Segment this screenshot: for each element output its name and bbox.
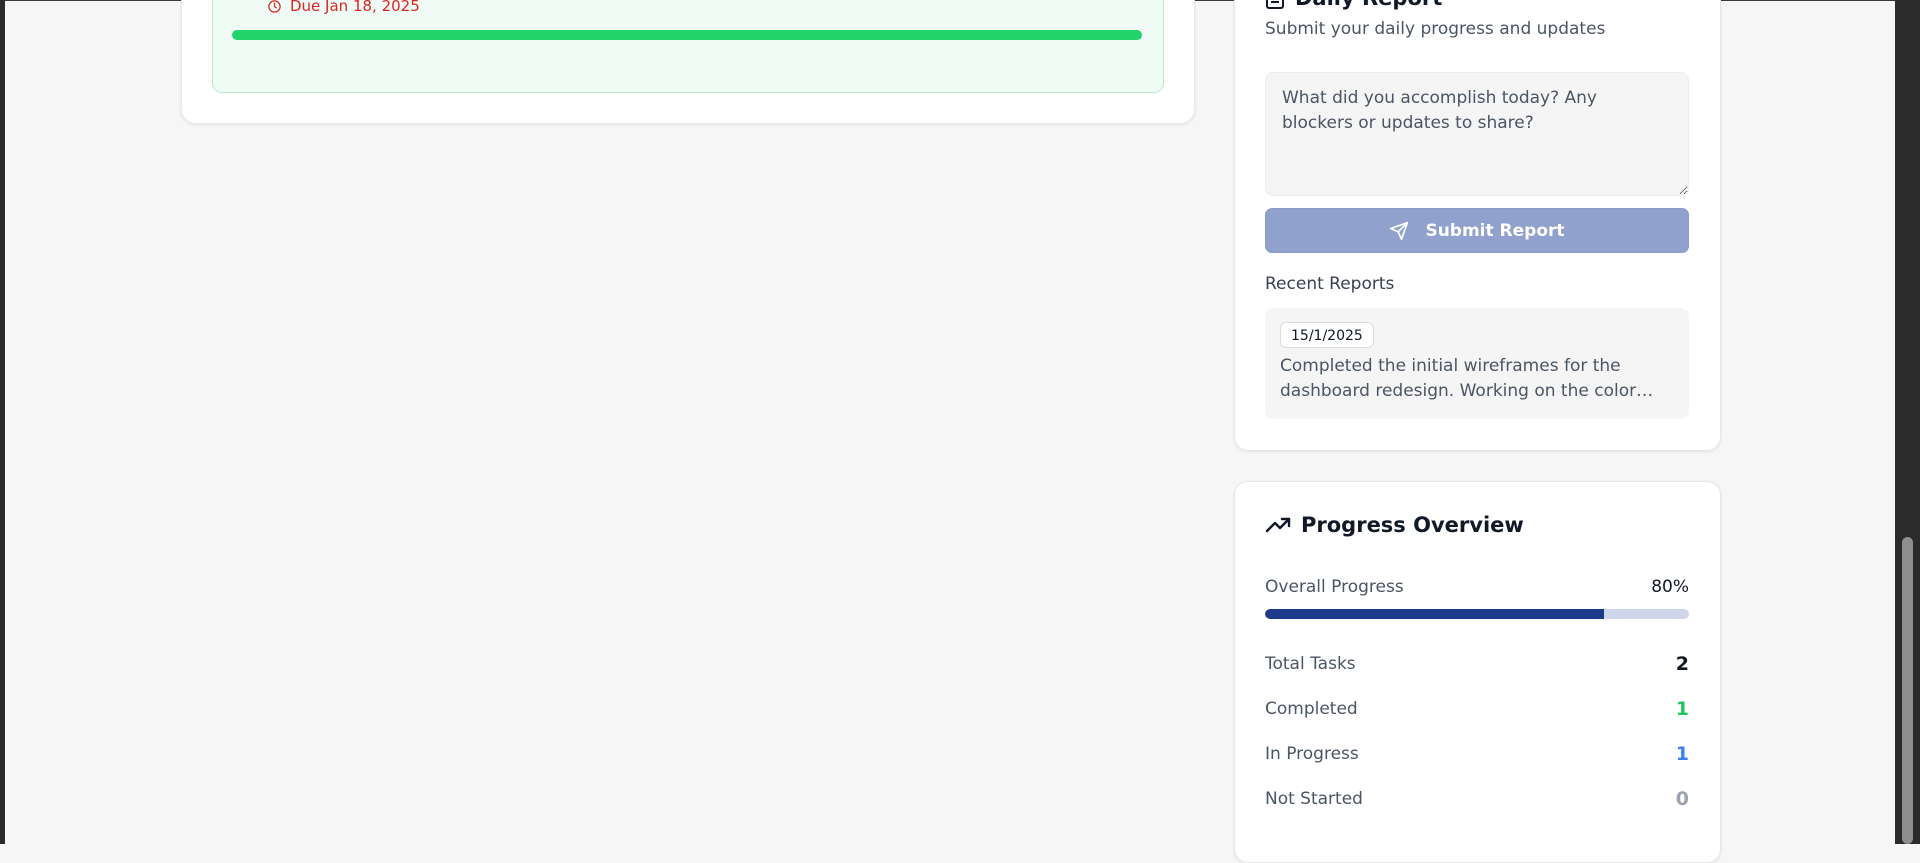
daily-report-subtitle: Submit your daily progress and updates (1265, 19, 1606, 39)
stat-label: Total Tasks (1265, 654, 1356, 674)
send-icon (1390, 221, 1409, 240)
overall-progress-bar-fill (1265, 609, 1605, 619)
daily-report-textarea[interactable] (1265, 72, 1689, 196)
submit-report-label: Submit Report (1425, 220, 1565, 241)
stat-row-total-tasks: Total Tasks 2 (1265, 652, 1689, 676)
stat-value: 1 (1675, 743, 1689, 765)
task-due-date: Due Jan 18, 2025 (267, 0, 420, 15)
daily-report-header: Daily Report (1265, 0, 1442, 10)
recent-reports-heading: Recent Reports (1265, 274, 1395, 294)
daily-report-title: Daily Report (1295, 0, 1442, 10)
overall-progress-row: Overall Progress 80% (1265, 575, 1689, 599)
stat-row-not-started: Not Started 0 (1265, 787, 1689, 811)
progress-overview-header: Progress Overview (1265, 513, 1524, 537)
due-date-text: Due Jan 18, 2025 (290, 0, 420, 15)
stat-label: In Progress (1265, 744, 1359, 764)
stat-value: 0 (1675, 788, 1689, 810)
submit-report-button[interactable]: Submit Report (1265, 208, 1689, 253)
stat-row-in-progress: In Progress 1 (1265, 742, 1689, 766)
overall-progress-label: Overall Progress (1265, 577, 1404, 597)
stat-value: 1 (1675, 698, 1689, 720)
trending-up-icon (1265, 517, 1291, 533)
stat-row-completed: Completed 1 (1265, 697, 1689, 721)
stat-label: Not Started (1265, 789, 1363, 809)
task-progress-bar (232, 30, 1142, 40)
window-left-border (0, 0, 5, 844)
overall-progress-bar (1265, 609, 1689, 619)
scrollbar-thumb[interactable] (1902, 537, 1913, 844)
stat-label: Completed (1265, 699, 1358, 719)
stat-value: 2 (1675, 653, 1689, 675)
progress-overview-title: Progress Overview (1301, 513, 1524, 537)
vertical-scrollbar[interactable] (1895, 0, 1920, 844)
clock-icon (268, 0, 281, 13)
recent-report-text: Completed the initial wireframes for the… (1280, 356, 1654, 401)
overall-progress-value: 80% (1651, 577, 1689, 597)
recent-report-date-badge: 15/1/2025 (1280, 322, 1374, 348)
file-text-icon (1266, 0, 1284, 9)
